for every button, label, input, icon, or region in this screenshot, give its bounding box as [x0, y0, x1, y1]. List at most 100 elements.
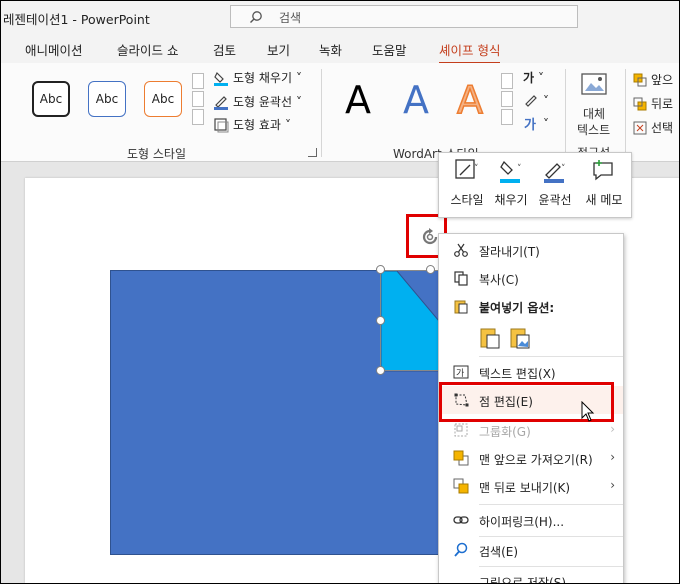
svg-text:˅: ˅: [561, 164, 566, 174]
menu-item-paste-options: 붙여넣기 옵션:: [439, 292, 623, 320]
chevron-right-icon: ›: [610, 422, 615, 436]
shape-effects-icon: [214, 117, 229, 132]
resize-handle[interactable]: [376, 316, 385, 325]
selection-pane-label: 선택: [651, 121, 674, 135]
bring-forward-icon: [633, 73, 647, 86]
chevron-down-icon: ˅: [284, 117, 291, 132]
group-separator: [321, 69, 322, 157]
search-box[interactable]: 검색: [230, 5, 578, 28]
shape-outline-button[interactable]: 도형 윤곽선 ˅: [213, 93, 302, 110]
scissors-icon: [454, 243, 468, 257]
resize-handle[interactable]: [426, 265, 435, 274]
chevron-down-icon: ˅: [543, 117, 549, 131]
chevron-right-icon: ›: [610, 450, 615, 464]
resize-handle[interactable]: [376, 265, 385, 274]
group-separator: [565, 69, 566, 157]
shape-fill-label: 도형 채우기: [233, 71, 293, 85]
shape-fill-button[interactable]: 도형 채우기 ˅: [213, 69, 302, 86]
mini-fill-button[interactable]: ˅ 채우기: [491, 157, 531, 211]
chevron-down-icon: ˅: [538, 70, 545, 85]
mouse-cursor-icon: [581, 401, 595, 422]
wordart-style-black[interactable]: A: [345, 81, 371, 119]
menu-item-hyperlink-label: 하이퍼링크(H)...: [479, 515, 565, 529]
resize-handle[interactable]: [376, 366, 385, 375]
chevron-down-icon: ˅: [543, 94, 549, 108]
shape-style-swatch-2[interactable]: Abc: [88, 81, 126, 117]
menu-item-copy-label: 복사(C): [479, 273, 519, 287]
svg-text:가: 가: [456, 368, 464, 379]
shape-outline-label: 도형 윤곽선: [233, 95, 293, 109]
menu-item-send-to-back-label: 맨 뒤로 보내기(K): [479, 481, 571, 495]
group-separator: [625, 69, 626, 157]
shape-style-swatch-1[interactable]: Abc: [32, 81, 70, 117]
tab-help[interactable]: 도움말: [372, 40, 407, 59]
mini-style-button[interactable]: ˅ 스타일: [447, 157, 487, 211]
bring-forward-button[interactable]: 앞으: [633, 71, 673, 88]
search-icon: [250, 11, 262, 23]
tab-view[interactable]: 보기: [267, 40, 290, 59]
tab-slide-show[interactable]: 슬라이드 쇼: [117, 40, 178, 59]
alt-text-line1[interactable]: 대체: [583, 105, 605, 122]
selection-pane-button[interactable]: 선택: [633, 119, 673, 136]
chevron-right-icon: ›: [610, 478, 615, 492]
mini-outline-label: 윤곽선: [538, 193, 572, 207]
mini-new-memo-button[interactable]: 새 메모: [581, 157, 627, 211]
shape-style-swatch-3[interactable]: Abc: [144, 81, 182, 117]
menu-item-send-to-back[interactable]: 맨 뒤로 보내기(K) ›: [439, 472, 623, 500]
selection-pane-icon: [633, 121, 647, 134]
chevron-down-icon: ˅: [296, 70, 303, 85]
search-placeholder: 검색: [279, 11, 302, 25]
text-effects-icon: 가: [524, 118, 536, 132]
menu-item-save-as-picture[interactable]: 그림으로 저장(S)...: [439, 567, 623, 584]
tab-animations[interactable]: 애니메이션: [25, 40, 83, 59]
alt-text-icon: [581, 73, 607, 95]
menu-item-save-as-picture-label: 그림으로 저장(S)...: [479, 576, 578, 584]
text-effects-button[interactable]: 가 ˅: [523, 116, 549, 132]
menu-item-search-label: 검색(E): [479, 545, 519, 559]
tab-shape-format[interactable]: 셰이프 형식: [439, 40, 501, 65]
wordart-style-blue[interactable]: A: [403, 81, 429, 119]
copy-icon: [454, 271, 468, 286]
menu-item-cut[interactable]: 잘라내기(T): [439, 236, 623, 264]
bring-to-front-icon: [453, 450, 469, 466]
powerpoint-window: 레젠테이션1 - PowerPoint 검색 애니메이션 슬라이드 쇼 검토 보…: [0, 0, 680, 584]
wordart-gallery-scroll[interactable]: [501, 73, 515, 129]
mini-outline-button[interactable]: ˅ 윤곽선: [535, 157, 575, 211]
paint-bucket-icon: [214, 71, 228, 86]
paste-icon: [454, 300, 468, 314]
paint-bucket-icon: ˅: [500, 160, 522, 183]
tab-record[interactable]: 녹화: [319, 40, 342, 59]
tab-review[interactable]: 검토: [213, 40, 236, 59]
text-outline-button[interactable]: ˅: [523, 93, 549, 109]
text-fill-button[interactable]: 가 ˅: [523, 69, 544, 86]
menu-separator: [479, 356, 623, 357]
selection-frame: [380, 270, 442, 371]
wordart-style-orange[interactable]: A: [456, 80, 484, 120]
bring-forward-label: 앞으: [651, 73, 674, 87]
menu-item-edit-text-label: 텍스트 편집(X): [479, 367, 556, 381]
gallery-scroll[interactable]: [192, 73, 206, 129]
paste-keep-source-icon[interactable]: [479, 326, 501, 350]
menu-item-bring-to-front[interactable]: 맨 앞으로 가져오기(R) ›: [439, 444, 623, 472]
chevron-down-icon: ˅: [296, 94, 303, 109]
menu-item-copy[interactable]: 복사(C): [439, 264, 623, 292]
style-icon: ˅: [455, 159, 479, 179]
mini-style-label: 스타일: [450, 193, 484, 207]
shape-effects-button[interactable]: 도형 효과 ˅: [213, 116, 291, 133]
title-bar: 레젠테이션1 - PowerPoint 검색: [1, 1, 679, 35]
text-outline-icon: [525, 95, 537, 107]
send-to-back-icon: [453, 478, 469, 494]
edit-text-icon: 가: [453, 365, 469, 379]
menu-item-search[interactable]: 검색(E): [439, 536, 623, 564]
menu-item-bring-to-front-label: 맨 앞으로 가져오기(R): [479, 453, 593, 467]
svg-text:가: 가: [524, 118, 536, 132]
shape-effects-label: 도형 효과: [233, 118, 281, 132]
dialog-launcher-icon[interactable]: [308, 148, 317, 157]
menu-item-cut-label: 잘라내기(T): [479, 245, 540, 259]
mini-fill-label: 채우기: [494, 193, 528, 207]
menu-item-hyperlink[interactable]: 하이퍼링크(H)...: [439, 506, 623, 534]
ribbon-tabs: 애니메이션 슬라이드 쇼 검토 보기 녹화 도움말 셰이프 형식: [1, 35, 679, 65]
paste-as-picture-icon[interactable]: [509, 326, 531, 350]
send-backward-button[interactable]: 뒤로: [633, 95, 673, 112]
alt-text-line2[interactable]: 텍스트: [577, 121, 610, 138]
